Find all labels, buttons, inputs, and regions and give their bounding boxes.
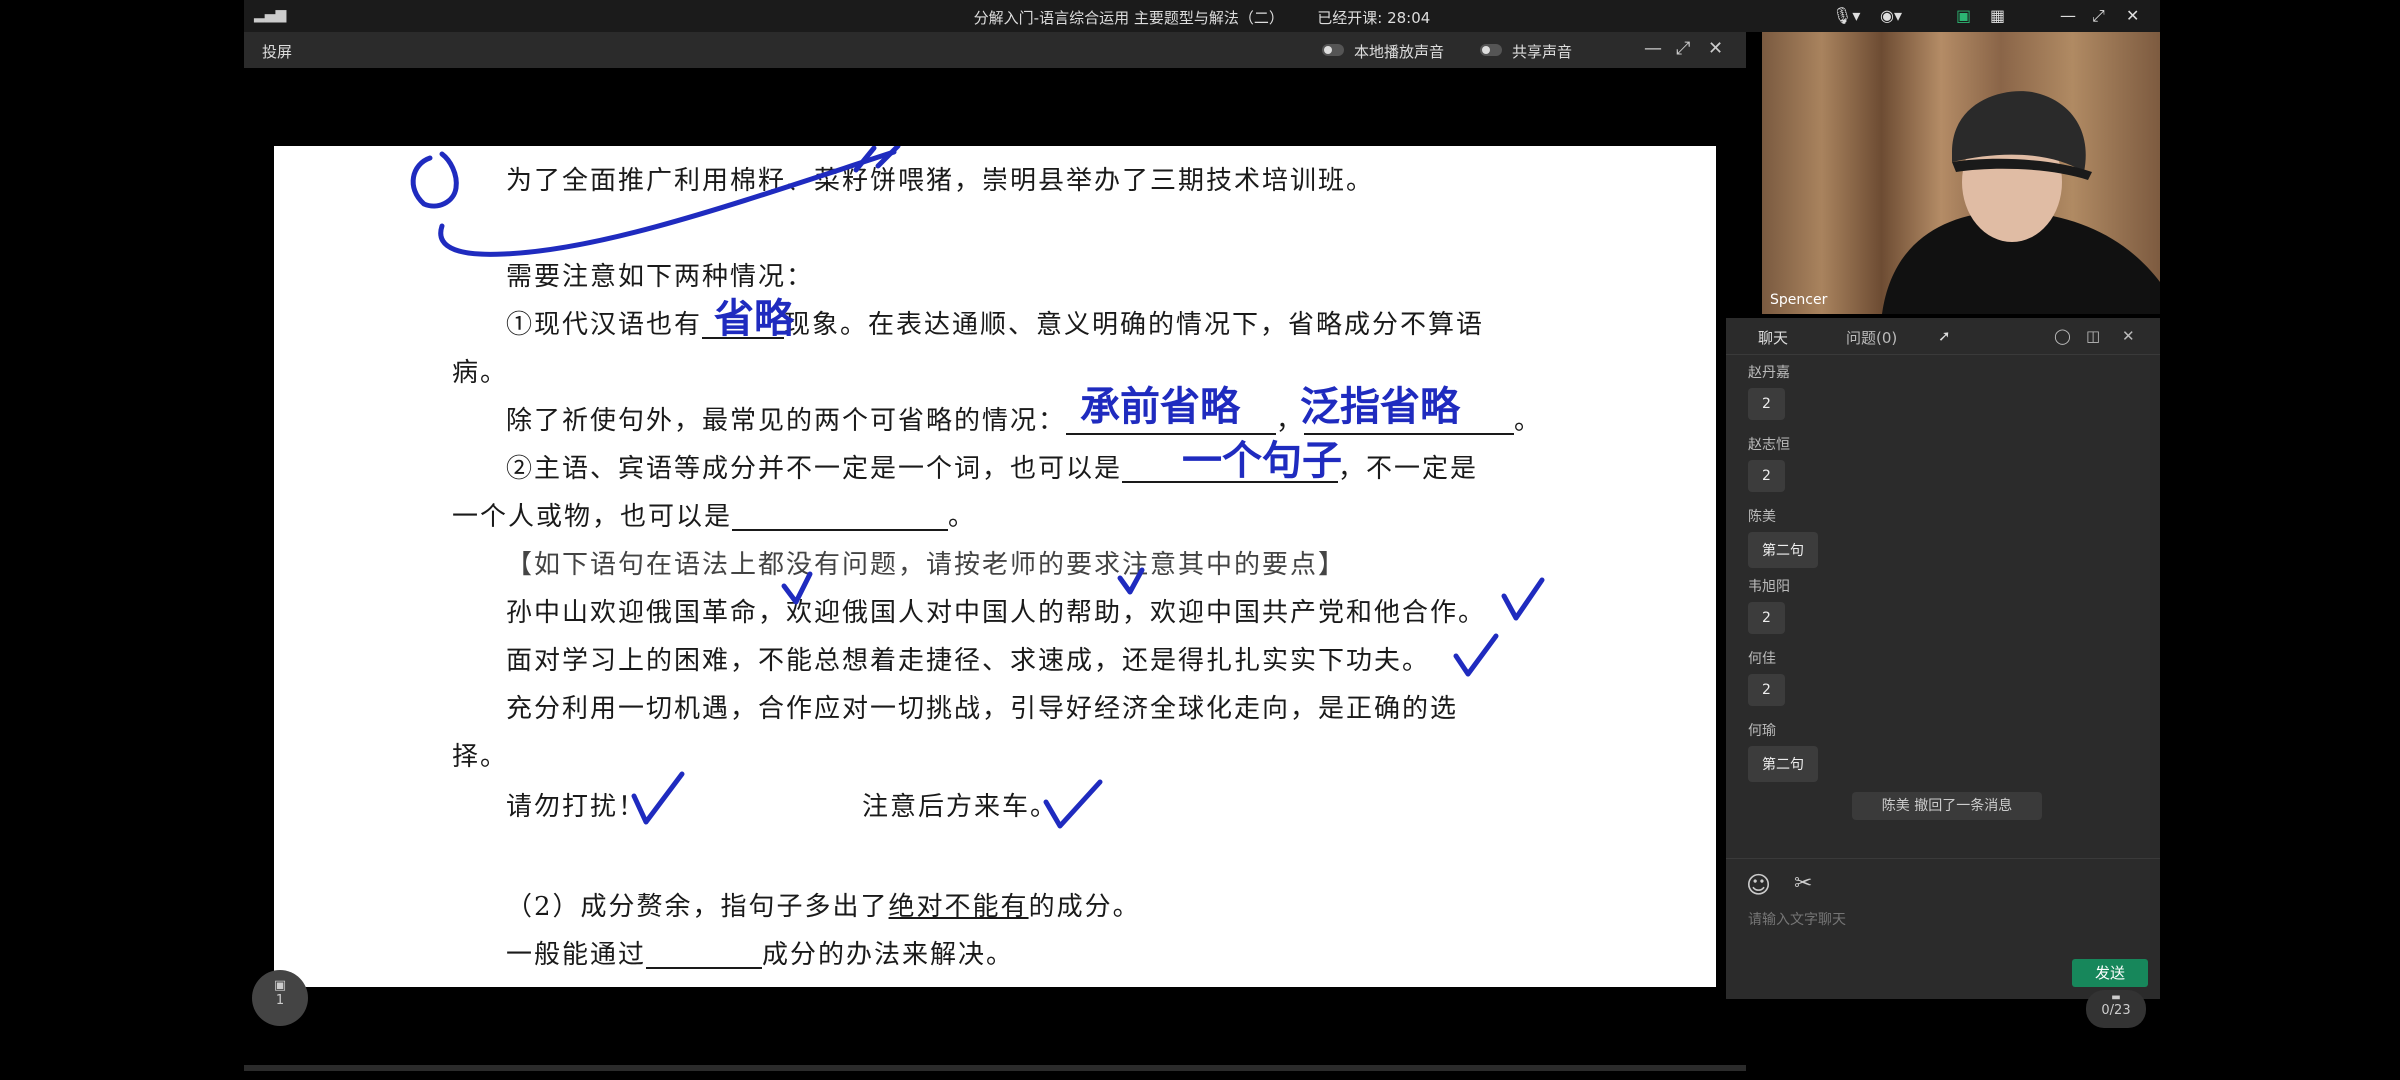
tab-questions[interactable]: 问题(0) xyxy=(1846,327,1897,348)
page-counter[interactable]: ▬ 0/23 xyxy=(2086,990,2146,1028)
share-audio-toggle[interactable] xyxy=(1480,44,1502,56)
send-button[interactable]: 发送 xyxy=(2072,959,2148,987)
local-audio-label: 本地播放声音 xyxy=(1354,43,1445,61)
share-screen-icon[interactable]: ▣ xyxy=(1956,6,1971,25)
popout-icon[interactable]: ◫ xyxy=(2086,327,2100,345)
chat-header: 聊天 问题(0) ➚ ◯ ◫ ✕ xyxy=(1726,318,2160,355)
scissors-icon[interactable]: ✂ xyxy=(1794,871,1812,896)
message-bubble: 第二句 xyxy=(1748,746,1818,782)
chat-bubble-icon[interactable]: ◯ xyxy=(2054,327,2071,345)
pager-icon: ▬ xyxy=(2111,992,2121,1003)
chat-input[interactable] xyxy=(1746,911,2130,929)
message-sender: 何佳 xyxy=(1748,651,1776,667)
screen-share-toolbar: 投屏 本地播放声音 共享声音 — ⤢ ✕ xyxy=(244,32,1746,68)
layout-grid-icon[interactable]: ▦ xyxy=(1990,6,2005,25)
share-window-label: 投屏 xyxy=(262,43,293,61)
tab-chat[interactable]: 聊天 xyxy=(1758,327,1788,348)
share-close-icon[interactable]: ✕ xyxy=(1708,38,1723,59)
microphone-icon[interactable]: 🎙▾ xyxy=(1832,6,1860,25)
share-window-bottom-border xyxy=(244,1065,1746,1071)
course-title: 分解入门-语言综合运用 主要题型与解法（二） xyxy=(973,9,1284,27)
share-restore-icon[interactable]: ⤢ xyxy=(1676,38,1690,59)
chat-composer: ☺ ✂ 发送 xyxy=(1726,858,2160,1000)
ink-circle xyxy=(410,151,459,209)
message-bubble: 2 xyxy=(1748,460,1785,492)
message-sender: 赵丹嘉 xyxy=(1748,365,1790,381)
teacher-silhouette xyxy=(1882,91,2160,314)
camera-icon[interactable]: ◉▾ xyxy=(1880,6,1902,25)
message-bubble: 2 xyxy=(1748,388,1785,420)
message-bubble: 2 xyxy=(1748,602,1785,634)
message-sender: 韦旭阳 xyxy=(1748,579,1790,595)
close-icon[interactable]: ✕ xyxy=(2126,6,2139,25)
share-minimize-icon[interactable]: — xyxy=(1644,38,1662,59)
message-bubble: 2 xyxy=(1748,674,1785,706)
chat-close-icon[interactable]: ✕ xyxy=(2122,327,2135,345)
ink-check xyxy=(631,771,685,825)
page-counter-text: 0/23 xyxy=(2101,1003,2131,1018)
message-bubble: 第二句 xyxy=(1748,532,1818,568)
ink-check xyxy=(1117,567,1145,595)
minimize-icon[interactable]: — xyxy=(2060,6,2076,25)
ink-check xyxy=(1453,633,1499,677)
slide-count: 1 xyxy=(275,993,285,1008)
fullscreen-icon[interactable]: ⤢ xyxy=(2092,6,2105,26)
slide-thumbnail-button[interactable]: ▣ 1 xyxy=(252,970,308,1026)
recall-notice: 陈美 撤回了一条消息 xyxy=(1852,792,2042,820)
ink-check xyxy=(781,571,813,605)
teacher-video: Spencer xyxy=(1762,32,2160,314)
message-sender: 赵志恒 xyxy=(1748,437,1790,453)
chat-panel: 聊天 问题(0) ➚ ◯ ◫ ✕ 赵丹嘉 2 赵志恒 2 陈美 第二句 韦旭阳 … xyxy=(1726,318,2160,999)
document-page: 为了全面推广利用棉籽、菜籽饼喂猪，崇明县举办了三期技术培训班。 需要注意如下两种… xyxy=(274,146,1716,987)
message-sender: 何瑜 xyxy=(1748,723,1776,739)
share-audio-label: 共享声音 xyxy=(1512,43,1573,61)
local-audio-toggle[interactable] xyxy=(1322,44,1344,56)
cursor-icon: ➚ xyxy=(1938,327,1951,345)
participant-name: Spencer xyxy=(1770,292,1828,308)
app-title-bar: ▂▄▆ 分解入门-语言综合运用 主要题型与解法（二） 已经开课: 28:04 🎙… xyxy=(244,0,2160,32)
ink-check xyxy=(1043,779,1103,829)
elapsed-time: 已经开课: 28:04 xyxy=(1317,9,1431,27)
message-sender: 陈美 xyxy=(1748,509,1776,525)
ink-check xyxy=(1501,577,1545,621)
slide-icon: ▣ xyxy=(273,978,287,993)
session-title: 分解入门-语言综合运用 主要题型与解法（二） 已经开课: 28:04 xyxy=(244,7,2160,28)
ink-annotations xyxy=(410,146,1545,829)
ink-curve-arrow xyxy=(438,149,897,257)
emoji-icon[interactable]: ☺ xyxy=(1746,871,1771,899)
